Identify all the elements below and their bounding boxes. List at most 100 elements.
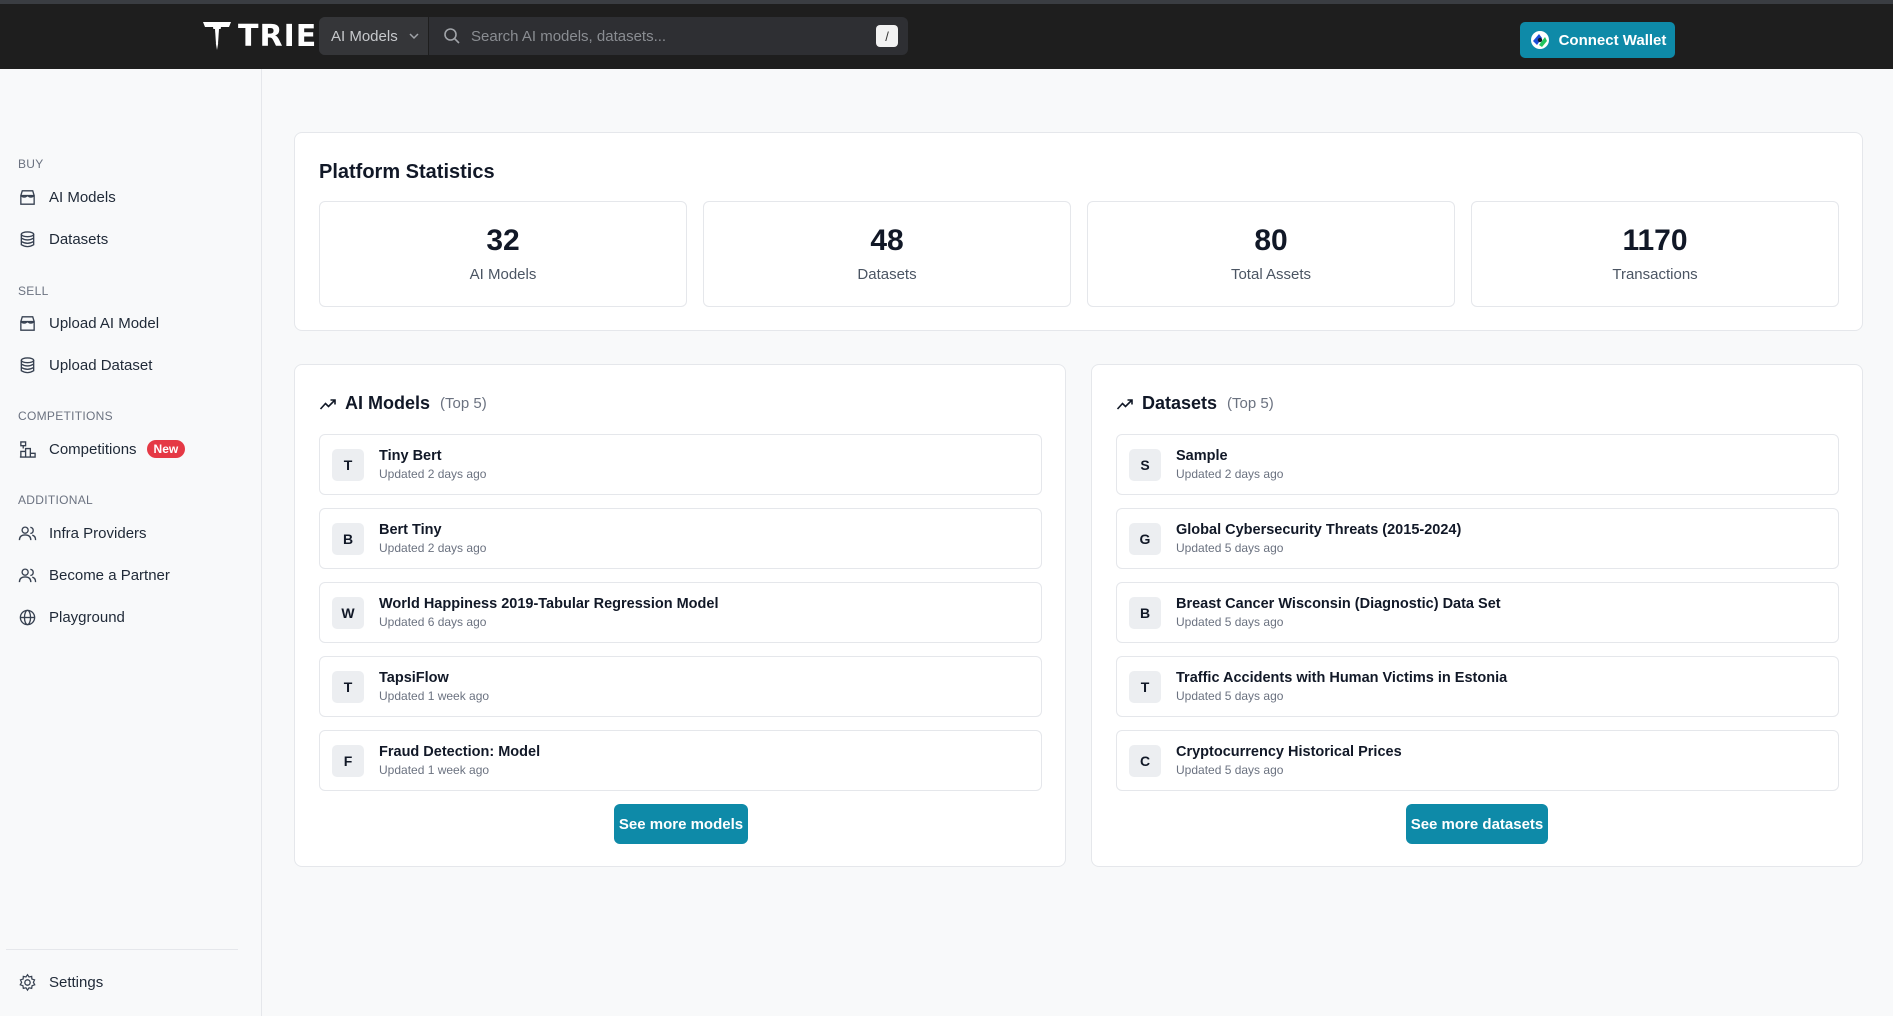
datasets-header: Datasets (Top 5): [1116, 393, 1274, 414]
avatar: W: [332, 596, 364, 629]
brand-name: TRIE: [238, 18, 318, 54]
section-buy: BUY: [18, 157, 44, 171]
stat-transactions: 1170 Transactions: [1471, 201, 1839, 307]
trie-logo-icon: [203, 22, 231, 50]
dataset-list-item[interactable]: S Sample Updated 2 days ago: [1116, 434, 1839, 495]
ai-models-subtitle: (Top 5): [440, 395, 487, 412]
datasets-title: Datasets: [1142, 393, 1218, 413]
chevron-down-icon: [409, 33, 419, 40]
store-icon: [20, 189, 35, 205]
sidebar-item-competitions[interactable]: Competitions New: [18, 435, 186, 463]
sidebar-item-label: Become a Partner: [49, 566, 170, 584]
sidebar-item-label: Playground: [49, 608, 125, 626]
gear-icon: [19, 973, 36, 991]
stat-value: 1170: [1622, 224, 1688, 257]
model-list-item[interactable]: F Fraud Detection: Model Updated 1 week a…: [319, 730, 1042, 791]
sidebar-item-become-partner[interactable]: Become a Partner: [18, 561, 170, 589]
item-name: TapsiFlow: [379, 670, 449, 686]
section-additional: ADDITIONAL: [18, 493, 94, 507]
model-list-item[interactable]: B Bert Tiny Updated 2 days ago: [319, 508, 1042, 569]
sidebar-item-datasets[interactable]: Datasets: [18, 225, 108, 253]
category-select[interactable]: AI Models: [319, 17, 429, 55]
users-icon: [18, 525, 37, 540]
sidebar-item-label: Settings: [49, 973, 104, 991]
database-icon: [20, 230, 35, 247]
sidebar-item-label: Competitions: [49, 440, 137, 458]
item-updated: Updated 5 days ago: [1176, 541, 1284, 555]
sidebar-item-upload-model[interactable]: Upload AI Model: [18, 309, 159, 337]
item-updated: Updated 5 days ago: [1176, 615, 1284, 629]
trending-up-icon: [1116, 398, 1133, 410]
stat-value: 32: [486, 224, 520, 257]
see-more-models-button[interactable]: See more models: [614, 804, 748, 844]
avatar: B: [1129, 596, 1161, 629]
datasets-subtitle: (Top 5): [1227, 395, 1274, 412]
avatar: B: [332, 522, 364, 555]
item-updated: Updated 1 week ago: [379, 763, 490, 777]
avatar: T: [332, 448, 364, 481]
ai-models-title: AI Models: [345, 393, 431, 413]
item-name: Sample: [1176, 448, 1228, 464]
datasets-card: Datasets (Top 5) S Sample Updated 2 days …: [1091, 364, 1863, 867]
item-name: Cryptocurrency Historical Prices: [1176, 744, 1402, 760]
wallet-connect-icon: [1530, 31, 1549, 49]
stat-value: 48: [870, 224, 904, 257]
item-updated: Updated 6 days ago: [379, 615, 487, 629]
sidebar-item-infra-providers[interactable]: Infra Providers: [18, 519, 147, 547]
see-more-datasets-button[interactable]: See more datasets: [1406, 804, 1548, 844]
avatar: T: [332, 670, 364, 703]
new-badge: New: [146, 440, 186, 458]
stat-label: Total Assets: [1230, 266, 1312, 283]
connect-wallet-button[interactable]: Connect Wallet: [1520, 22, 1675, 58]
stat-total-assets: 80 Total Assets: [1087, 201, 1455, 307]
avatar: G: [1129, 522, 1161, 555]
sidebar-item-label: Upload AI Model: [49, 314, 160, 332]
sidebar-item-upload-dataset[interactable]: Upload Dataset: [18, 351, 152, 379]
item-updated: Updated 2 days ago: [379, 467, 487, 481]
stat-label: Datasets: [857, 266, 917, 283]
item-name: Breast Cancer Wisconsin (Diagnostic) Dat…: [1176, 596, 1501, 612]
sidebar-item-playground[interactable]: Playground: [18, 603, 125, 631]
ai-models-card: AI Models (Top 5) T Tiny Bert Updated 2 d…: [294, 364, 1066, 867]
search-bar: AI Models /: [319, 17, 908, 55]
globe-icon: [19, 609, 36, 625]
dataset-list-item[interactable]: T Traffic Accidents with Human Victims i…: [1116, 656, 1839, 717]
search-input[interactable]: [471, 27, 876, 45]
model-list-item[interactable]: W World Happiness 2019-Tabular Regressio…: [319, 582, 1042, 643]
sidebar-item-ai-models[interactable]: AI Models: [18, 183, 116, 211]
item-name: Fraud Detection: Model: [379, 744, 541, 760]
item-updated: Updated 1 week ago: [379, 689, 490, 703]
model-list-item[interactable]: T Tiny Bert Updated 2 days ago: [319, 434, 1042, 495]
search-icon: [444, 28, 460, 44]
platform-statistics-card: Platform Statistics 32 AI Models 48 Data…: [294, 132, 1863, 331]
sidebar-divider: [6, 949, 238, 950]
item-name: Tiny Bert: [379, 448, 442, 464]
model-list-item[interactable]: T TapsiFlow Updated 1 week ago: [319, 656, 1042, 717]
sidebar-item-label: Upload Dataset: [49, 356, 153, 374]
brand-logo[interactable]: TRIE: [202, 18, 317, 54]
ai-models-header: AI Models (Top 5): [319, 393, 487, 414]
top-bar: TRIE AI Models / Connect Wallet: [0, 0, 1893, 69]
avatar: T: [1129, 670, 1161, 703]
stat-value: 80: [1254, 224, 1288, 257]
sidebar-item-label: AI Models: [49, 188, 116, 206]
sidebar-item-settings[interactable]: Settings: [18, 968, 103, 996]
avatar: C: [1129, 744, 1161, 777]
users-icon: [18, 567, 37, 582]
trending-up-icon: [319, 398, 336, 410]
dataset-list-item[interactable]: G Global Cybersecurity Threats (2015-202…: [1116, 508, 1839, 569]
stat-datasets: 48 Datasets: [703, 201, 1071, 307]
dataset-list-item[interactable]: B Breast Cancer Wisconsin (Diagnostic) D…: [1116, 582, 1839, 643]
item-name: World Happiness 2019-Tabular Regression …: [379, 596, 719, 612]
item-updated: Updated 5 days ago: [1176, 689, 1284, 703]
connect-wallet-label: Connect Wallet: [1558, 31, 1667, 49]
stat-label: AI Models: [469, 266, 537, 283]
store-icon: [20, 315, 35, 331]
item-name: Bert Tiny: [379, 522, 442, 538]
section-sell: SELL: [18, 284, 49, 298]
item-updated: Updated 5 days ago: [1176, 763, 1284, 777]
trophy-podium-icon: [19, 440, 36, 458]
sidebar-item-label: Datasets: [49, 230, 109, 248]
stat-label: Transactions: [1612, 266, 1698, 283]
dataset-list-item[interactable]: C Cryptocurrency Historical Prices Update…: [1116, 730, 1839, 791]
